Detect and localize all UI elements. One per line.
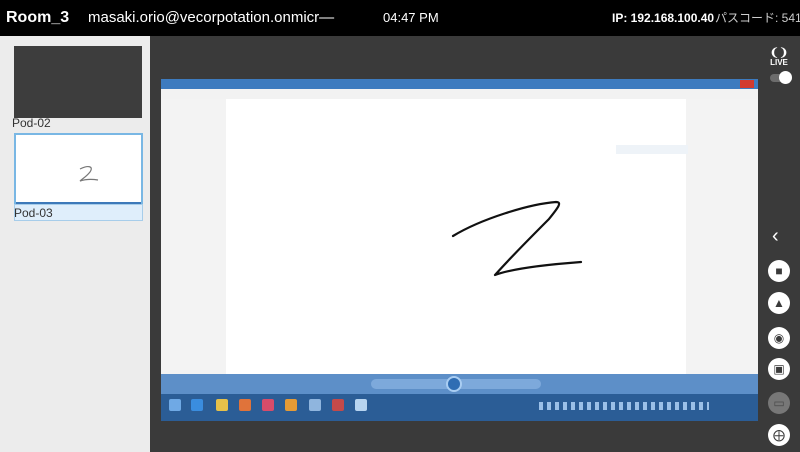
right-toolbar: ❨❩ LIVE ‹ ■ ▲ ◉ ▣ ▭ ⨁ bbox=[758, 36, 800, 452]
browser-icon[interactable] bbox=[191, 399, 203, 411]
user-email: masaki.orio@vecorpotation.onmicr— bbox=[88, 9, 335, 26]
passcode: パスコード: 541 bbox=[715, 11, 800, 25]
folder-icon[interactable] bbox=[216, 399, 228, 411]
app-icon[interactable] bbox=[309, 399, 321, 411]
chevron-left-icon[interactable]: ‹ bbox=[772, 226, 779, 246]
pod-03-label[interactable]: Pod-03 bbox=[14, 206, 53, 220]
app-icon[interactable] bbox=[332, 399, 344, 411]
viewer-play-button[interactable] bbox=[446, 376, 462, 392]
screenshot-icon[interactable]: ▣ bbox=[768, 358, 790, 380]
pod-02-label[interactable]: Pod-02 bbox=[12, 116, 51, 130]
pod-03-preview bbox=[22, 139, 135, 201]
pod-list: Pod-02 Pod-03 bbox=[0, 36, 150, 452]
live-toggle-knob[interactable] bbox=[779, 71, 792, 84]
pod-02-thumbnail[interactable] bbox=[14, 46, 142, 118]
shared-screen[interactable] bbox=[161, 79, 758, 421]
room-name: Room_3 bbox=[6, 9, 70, 26]
clock: 04:47 PM bbox=[383, 10, 439, 25]
ip-address: IP: 192.168.100.40 bbox=[612, 11, 715, 25]
pod-03-drawing bbox=[79, 166, 99, 182]
comment-icon[interactable]: ■ bbox=[768, 260, 790, 282]
start-icon[interactable] bbox=[169, 399, 181, 411]
user-upload-icon[interactable]: ▲ bbox=[768, 292, 790, 314]
handwritten-drawing bbox=[451, 200, 583, 277]
live-icon[interactable]: ❨❩ LIVE bbox=[763, 47, 795, 68]
top-bar: Room_3 masaki.orio@vecorpotation.onmicr—… bbox=[0, 0, 800, 36]
camera-icon[interactable]: ◉ bbox=[768, 327, 790, 349]
app-icon[interactable] bbox=[355, 399, 367, 411]
system-tray bbox=[539, 402, 709, 410]
lifebuoy-icon[interactable]: ⨁ bbox=[768, 424, 790, 446]
trash-icon[interactable]: ▭ bbox=[768, 392, 790, 414]
app-icon[interactable] bbox=[239, 399, 251, 411]
broadcast-icon: ❨❩ bbox=[769, 47, 789, 59]
live-label: LIVE bbox=[770, 58, 788, 67]
app-icon[interactable] bbox=[262, 399, 274, 411]
app-icon[interactable] bbox=[285, 399, 297, 411]
